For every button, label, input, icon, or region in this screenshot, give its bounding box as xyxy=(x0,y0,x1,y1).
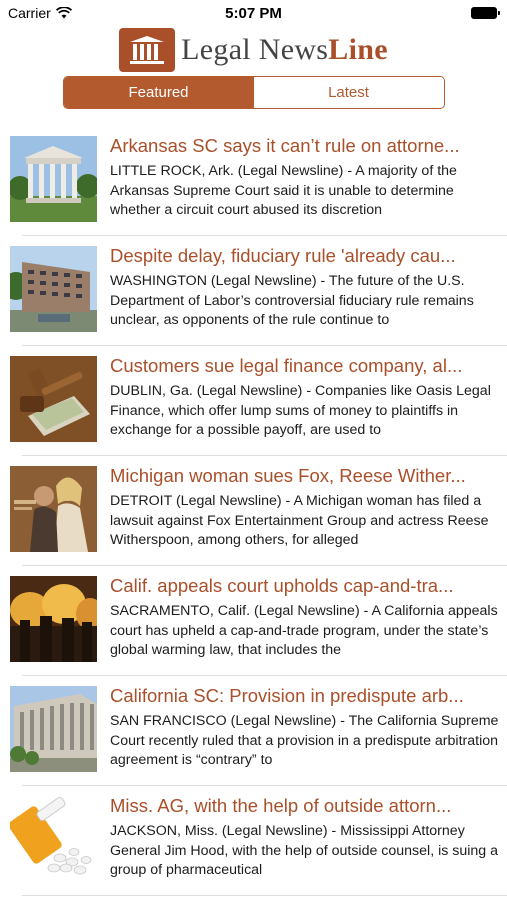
article-summary: SAN FRANCISCO (Legal Newsline) - The Cal… xyxy=(110,713,499,768)
article-summary: JACKSON, Miss. (Legal Newsline) - Missis… xyxy=(110,823,499,878)
article-title[interactable]: Miss. AG, with the help of outside attor… xyxy=(110,795,500,817)
article-item[interactable]: California SC: Provision in predispute a… xyxy=(0,676,507,786)
status-bar: Carrier 5:07 PM xyxy=(0,0,507,26)
status-time: 5:07 PM xyxy=(225,5,282,22)
article-summary: DETROIT (Legal Newsline) - A Michigan wo… xyxy=(110,493,489,548)
app-logo-text: Legal NewsLine xyxy=(181,33,388,67)
article-item[interactable]: Miss. AG, with the help of outside attor… xyxy=(0,786,507,896)
article-item[interactable]: Despite delay, fiduciary rule 'already c… xyxy=(0,236,507,346)
article-item[interactable]: Calif. appeals court upholds cap-and-tra… xyxy=(0,566,507,676)
feed-tab-control: Featured Latest xyxy=(62,76,445,109)
article-summary: LITTLE ROCK, Ark. (Legal Newsline) - A m… xyxy=(110,163,457,218)
capitol-building-thumbnail xyxy=(10,136,97,222)
pillars-logo-icon xyxy=(119,28,176,72)
app-header: Legal NewsLine xyxy=(0,26,507,74)
article-item[interactable]: Michigan woman sues Fox, Reese Wither...… xyxy=(0,456,507,566)
office-building-thumbnail xyxy=(10,246,97,332)
article-summary: DUBLIN, Ga. (Legal Newsline) - Companies… xyxy=(110,383,491,438)
article-item[interactable]: Customers sue legal finance company, al.… xyxy=(0,346,507,456)
article-title[interactable]: Despite delay, fiduciary rule 'already c… xyxy=(110,245,500,267)
article-title[interactable]: Calif. appeals court upholds cap-and-tra… xyxy=(110,575,500,597)
tab-latest[interactable]: Latest xyxy=(253,77,444,108)
tab-featured[interactable]: Featured xyxy=(63,77,254,108)
smokestacks-thumbnail xyxy=(10,576,97,662)
article-title[interactable]: Michigan woman sues Fox, Reese Wither... xyxy=(110,465,500,487)
article-item[interactable]: Arkansas SC says it can’t rule on attorn… xyxy=(0,126,507,236)
pill-bottle-thumbnail xyxy=(10,796,97,882)
article-title[interactable]: Arkansas SC says it can’t rule on attorn… xyxy=(110,135,500,157)
court-building-thumbnail xyxy=(10,686,97,772)
article-title[interactable]: Customers sue legal finance company, al.… xyxy=(110,355,500,377)
logo-prefix: Legal News xyxy=(181,33,329,66)
article-title[interactable]: California SC: Provision in predispute a… xyxy=(110,685,500,707)
gavel-money-thumbnail xyxy=(10,356,97,442)
article-summary: SACRAMENTO, Calif. (Legal Newsline) - A … xyxy=(110,603,498,658)
movie-poster-thumbnail xyxy=(10,466,97,552)
article-summary: WASHINGTON (Legal Newsline) - The future… xyxy=(110,273,474,328)
battery-icon xyxy=(471,7,500,19)
article-list: Arkansas SC says it can’t rule on attorn… xyxy=(0,126,507,896)
logo-suffix: Line xyxy=(328,33,388,66)
